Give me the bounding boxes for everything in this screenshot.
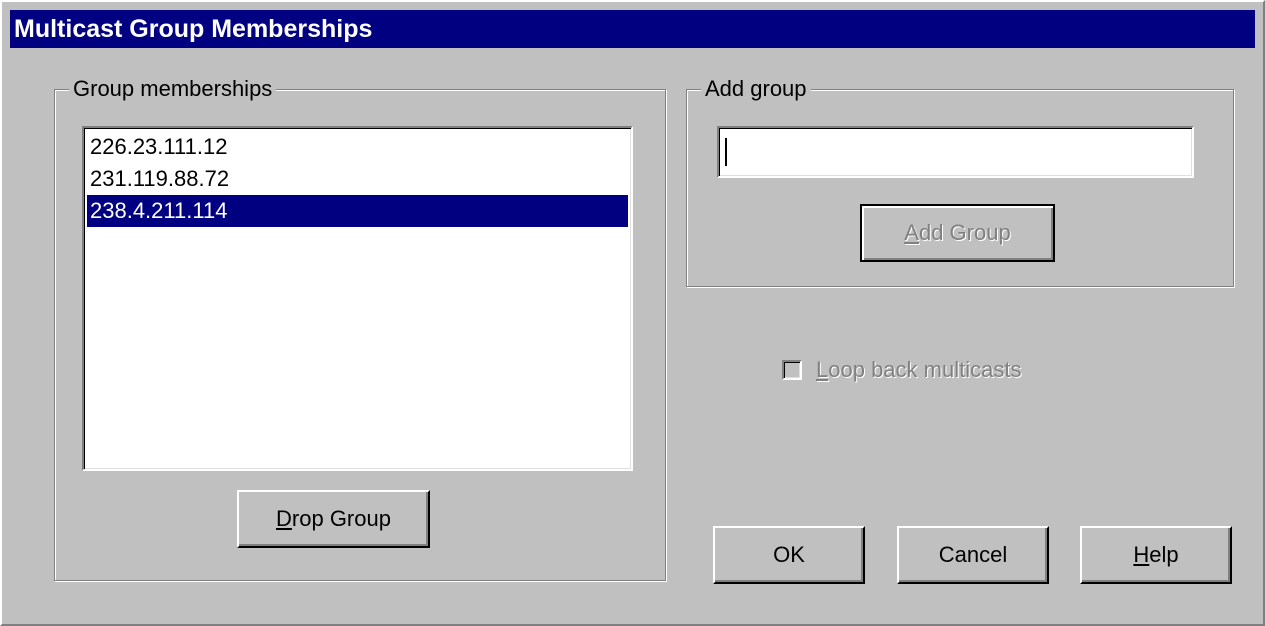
list-item[interactable]: 231.119.88.72 [87,163,628,195]
drop-group-mnemonic: D [276,506,292,531]
drop-group-label-rest: rop Group [291,506,391,531]
ok-button[interactable]: OK [713,526,865,584]
help-label: Help [1133,528,1178,582]
loopback-checkbox[interactable] [782,360,802,380]
list-item[interactable]: 226.23.111.12 [87,131,628,163]
list-item-selected[interactable]: 238.4.211.114 [87,195,628,227]
cancel-button[interactable]: Cancel [897,526,1049,584]
loopback-label-rest: oop back multicasts [828,357,1022,382]
loopback-mnemonic: L [816,357,829,382]
help-button[interactable]: Help [1080,526,1232,584]
group-address-input[interactable] [717,126,1194,178]
add-group-label-rest: dd Group [918,220,1011,245]
add-group-mnemonic: A [904,220,919,245]
window-title: Multicast Group Memberships [10,10,1255,48]
multicast-group-dialog: Multicast Group Memberships Group member… [0,0,1265,626]
memberships-listbox[interactable]: 226.23.111.12 231.119.88.72 238.4.211.11… [82,126,633,471]
help-label-rest: elp [1149,542,1179,567]
drop-group-label: Drop Group [276,492,391,546]
text-caret [725,138,727,166]
help-mnemonic: H [1133,542,1150,567]
add-group-legend: Add group [701,73,811,105]
drop-group-button[interactable]: Drop Group [237,490,430,548]
group-memberships-legend: Group memberships [69,73,277,105]
loopback-label: Loop back multicasts [816,354,1021,386]
add-group-label: Add Group [904,206,1010,260]
add-group-button[interactable]: Add Group [860,204,1055,262]
